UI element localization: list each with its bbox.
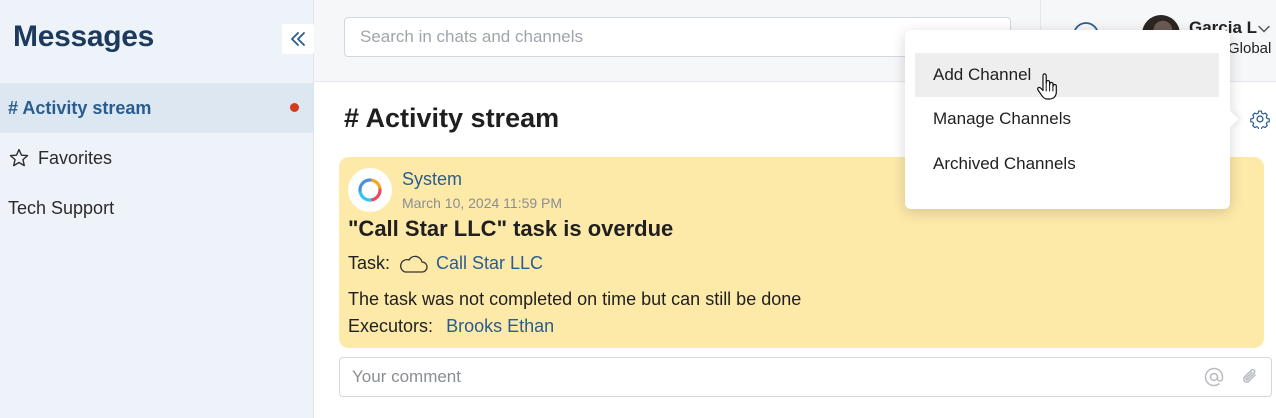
system-avatar (348, 168, 392, 212)
menu-item-add-channel[interactable]: Add Channel (915, 53, 1219, 97)
executor-link[interactable]: Brooks Ethan (446, 316, 554, 336)
unread-dot (290, 103, 299, 112)
hand-cursor-icon (1037, 73, 1057, 100)
message-title: "Call Star LLC" task is overdue (348, 216, 674, 241)
executors-label: Executors: (348, 316, 434, 336)
user-subtitle: Global (1228, 40, 1272, 57)
gear-icon[interactable] (1250, 109, 1270, 129)
cloud-icon (400, 255, 428, 273)
sidebar-item-label: Tech Support (8, 197, 115, 218)
comment-box (339, 357, 1272, 397)
collapse-sidebar-button[interactable] (282, 24, 314, 54)
sidebar-item-activity-stream[interactable]: # Activity stream (0, 83, 313, 133)
menu-item-archived-channels[interactable]: Archived Channels (915, 142, 1219, 186)
mention-icon[interactable] (1203, 366, 1225, 388)
messenger-app: Messages # Activity stream Favorites Tec… (0, 0, 1276, 418)
system-logo-icon (358, 178, 382, 202)
sidebar-item-tech-support[interactable]: Tech Support (0, 183, 313, 233)
sidebar-item-favorites[interactable]: Favorites (0, 133, 313, 183)
page-title: # Activity stream (344, 103, 560, 133)
double-chevron-left-icon (291, 32, 305, 46)
chevron-down-icon[interactable] (1257, 22, 1271, 36)
comment-input[interactable] (352, 367, 1172, 387)
task-row: Task: Call Star LLC (348, 253, 543, 274)
message-author[interactable]: System (402, 169, 462, 190)
star-icon (9, 148, 29, 167)
sidebar-item-label: Favorites (38, 147, 113, 168)
executors-row: Executors: Brooks Ethan (348, 316, 554, 337)
task-label: Task: (348, 253, 391, 273)
sidebar-title: Messages (13, 20, 155, 53)
task-link[interactable]: Call Star LLC (436, 253, 543, 274)
sidebar-item-label: # Activity stream (8, 97, 152, 118)
message-description: The task was not completed on time but c… (348, 289, 802, 309)
paperclip-icon[interactable] (1239, 366, 1261, 388)
menu-item-manage-channels[interactable]: Manage Channels (915, 97, 1219, 141)
sidebar: Messages # Activity stream Favorites Tec… (0, 0, 314, 418)
channel-menu-dropdown: Add Channel Manage Channels Archived Cha… (905, 30, 1230, 209)
message-timestamp: March 10, 2024 11:59 PM (402, 195, 563, 211)
